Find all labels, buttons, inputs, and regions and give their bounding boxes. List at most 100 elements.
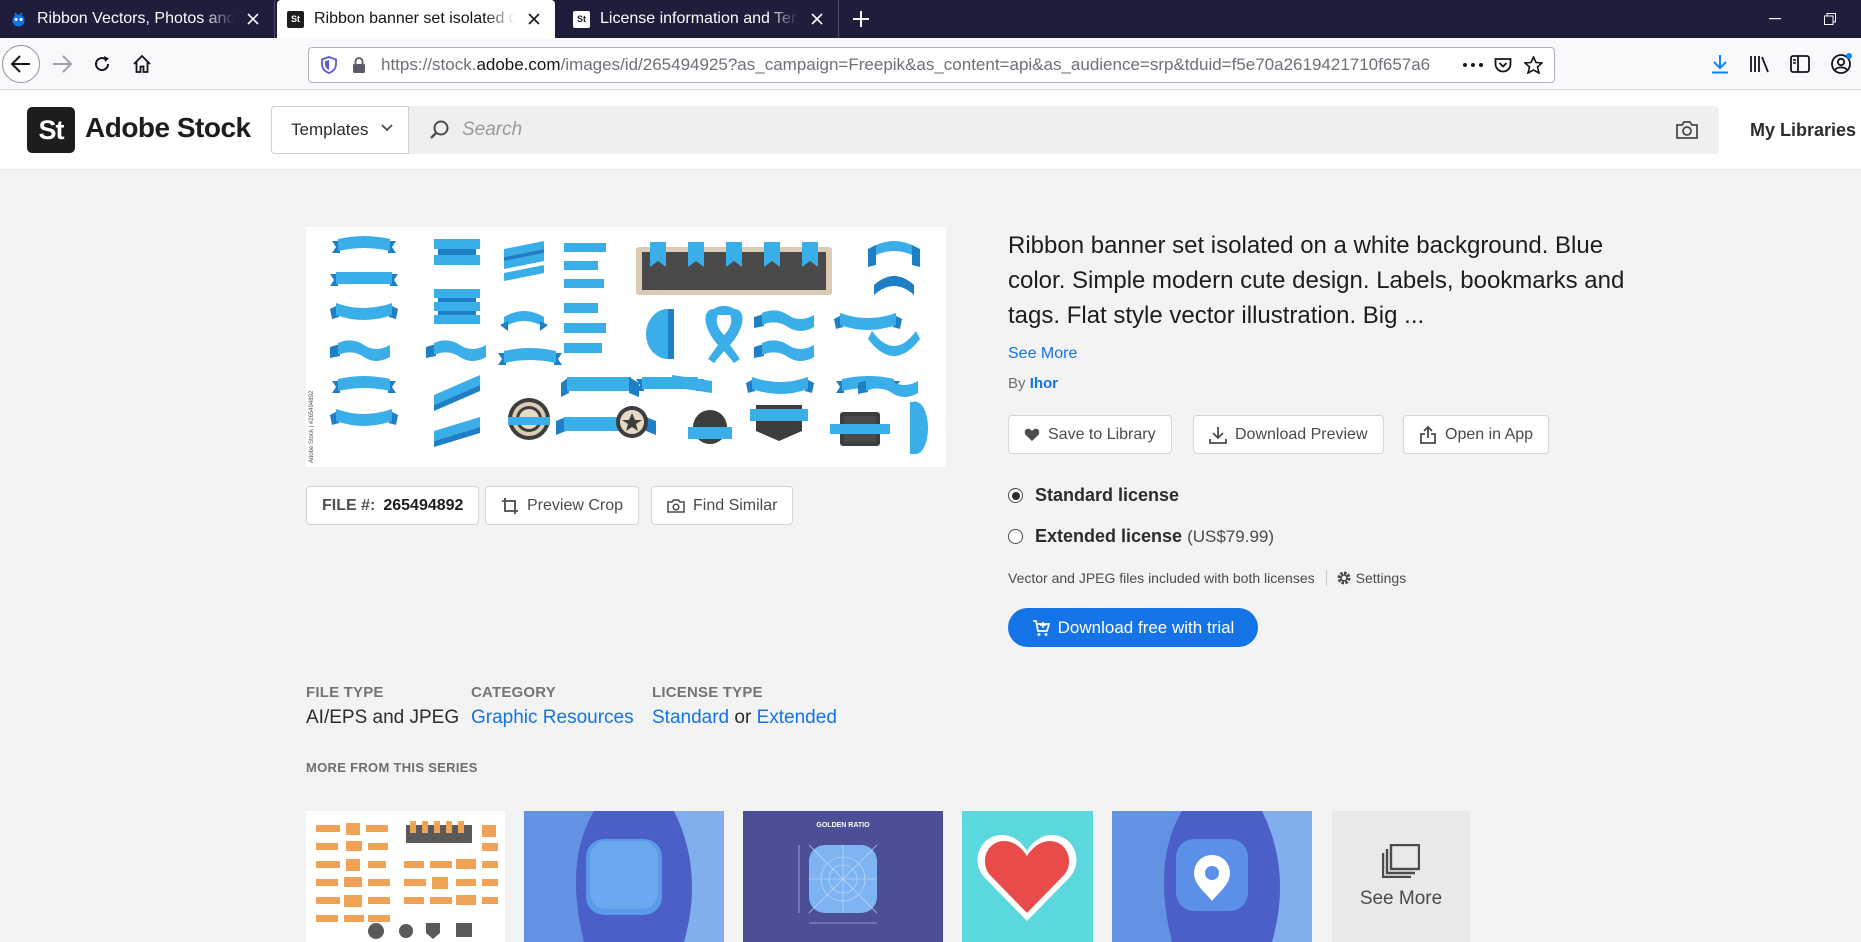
sidebar-icon[interactable] bbox=[1781, 45, 1819, 83]
tab-title: Ribbon banner set isolated on a bbox=[314, 10, 515, 27]
gear-icon bbox=[1337, 571, 1351, 585]
golden-ratio-thumbnail: GOLDEN RATIO bbox=[743, 811, 943, 942]
adobe-stock-logo[interactable]: St bbox=[27, 107, 75, 153]
series-thumbnail[interactable] bbox=[962, 811, 1093, 942]
reload-icon[interactable] bbox=[83, 45, 121, 83]
file-type-label: FILE TYPE bbox=[306, 684, 384, 701]
close-icon[interactable] bbox=[523, 8, 545, 30]
app-icon-thumbnail bbox=[524, 811, 724, 942]
ribbon-banner-set-illustration bbox=[330, 236, 928, 454]
tab-title: License information and Terms bbox=[600, 10, 798, 27]
license-or-text: or bbox=[734, 707, 752, 728]
orange-ribbons-thumbnail bbox=[316, 821, 498, 939]
category-label: CATEGORY bbox=[471, 684, 556, 701]
standard-license-option[interactable]: Standard license bbox=[1008, 485, 1179, 506]
series-see-more-label: See More bbox=[1359, 887, 1443, 909]
restore-icon[interactable] bbox=[1807, 0, 1853, 38]
chevron-down-icon bbox=[381, 124, 393, 132]
browser-tab[interactable]: Ribbon Vectors, Photos and PSD bbox=[0, 0, 275, 38]
license-type-label: LICENSE TYPE bbox=[652, 684, 763, 701]
download-preview-button[interactable]: Download Preview bbox=[1193, 415, 1384, 454]
lock-icon[interactable] bbox=[345, 48, 373, 82]
open-in-app-button[interactable]: Open in App bbox=[1403, 415, 1550, 454]
bookmark-star-icon[interactable] bbox=[1519, 48, 1547, 82]
minimize-icon[interactable] bbox=[1752, 0, 1798, 38]
new-tab-button[interactable] bbox=[846, 4, 876, 34]
preview-watermark: Adobe Stock | #265494892 bbox=[309, 390, 315, 463]
standard-license-radio[interactable] bbox=[1008, 488, 1023, 503]
adobe-stock-icon: St bbox=[287, 10, 304, 28]
downloads-icon[interactable] bbox=[1701, 45, 1739, 83]
extended-license-option[interactable]: Extended license (US$79.99) bbox=[1008, 526, 1274, 547]
license-type-info: LICENSE TYPE Standard or Extended bbox=[652, 684, 837, 729]
asset-preview-image[interactable]: Adobe Stock | #265494892 bbox=[306, 227, 946, 467]
app-logo-thumbnail bbox=[1112, 811, 1312, 942]
category-link[interactable]: Graphic Resources bbox=[471, 707, 634, 728]
extended-license-radio[interactable] bbox=[1008, 529, 1023, 544]
browser-tab[interactable]: St License information and Terms bbox=[563, 0, 839, 38]
download-icon bbox=[1209, 426, 1227, 444]
url-text: https://stock.adobe.com/images/id/265494… bbox=[381, 55, 1431, 74]
back-button[interactable] bbox=[2, 45, 40, 83]
url-bar[interactable]: https://stock.adobe.com/images/id/265494… bbox=[308, 47, 1555, 83]
category-info: CATEGORY Graphic Resources bbox=[471, 684, 634, 729]
my-libraries-menu[interactable]: My Libraries bbox=[1750, 120, 1861, 141]
extended-license-link[interactable]: Extended bbox=[757, 707, 837, 728]
close-icon[interactable] bbox=[806, 8, 828, 30]
series-see-more-card[interactable]: See More bbox=[1332, 811, 1470, 942]
files-note-text: Vector and JPEG files included with both… bbox=[1008, 570, 1315, 586]
author-link[interactable]: Ihor bbox=[1030, 375, 1058, 392]
search-icon bbox=[430, 120, 449, 139]
by-label: By bbox=[1008, 375, 1026, 392]
file-number-value: 265494892 bbox=[383, 496, 464, 514]
file-type-info: FILE TYPE AI/EPS and JPEG bbox=[306, 684, 459, 729]
find-similar-label: Find Similar bbox=[693, 496, 778, 514]
heart-icon bbox=[1024, 428, 1040, 441]
series-thumbnail[interactable]: GOLDEN RATIO bbox=[743, 811, 943, 942]
save-to-library-label: Save to Library bbox=[1048, 425, 1156, 443]
adobe-stock-icon: St bbox=[573, 10, 590, 28]
series-thumbnail[interactable] bbox=[524, 811, 724, 942]
templates-label: Templates bbox=[291, 120, 369, 139]
see-more-link[interactable]: See More bbox=[1008, 345, 1077, 363]
pocket-icon[interactable] bbox=[1489, 48, 1517, 82]
settings-link[interactable]: Settings bbox=[1336, 570, 1406, 586]
download-preview-label: Download Preview bbox=[1235, 425, 1368, 443]
preview-crop-button[interactable]: Preview Crop bbox=[485, 486, 640, 525]
more-actions-icon[interactable] bbox=[1459, 48, 1487, 82]
close-icon[interactable] bbox=[242, 8, 264, 30]
extended-license-price: (US$79.99) bbox=[1187, 527, 1275, 546]
camera-icon bbox=[667, 498, 685, 513]
camera-icon[interactable] bbox=[1675, 119, 1699, 141]
preview-crop-label: Preview Crop bbox=[527, 496, 624, 514]
search-bar: Templates bbox=[271, 106, 1719, 154]
download-free-trial-button[interactable]: Download free with trial bbox=[1008, 608, 1258, 647]
file-number-box: FILE #: 265494892 bbox=[306, 486, 480, 525]
browser-nav-bar: https://stock.adobe.com/images/id/265494… bbox=[0, 38, 1861, 90]
account-icon[interactable] bbox=[1822, 45, 1860, 83]
share-icon bbox=[1420, 425, 1436, 444]
stack-icon bbox=[1382, 843, 1420, 878]
home-icon[interactable] bbox=[123, 45, 161, 83]
author-byline: By Ihor bbox=[1008, 375, 1058, 392]
series-thumbnail[interactable] bbox=[306, 811, 505, 942]
standard-license-link[interactable]: Standard bbox=[652, 707, 729, 728]
library-icon[interactable] bbox=[1741, 45, 1779, 83]
asset-description: Ribbon banner set isolated on a white ba… bbox=[1008, 232, 1625, 329]
browser-tab-bar: Ribbon Vectors, Photos and PSD St Ribbon… bbox=[0, 0, 1861, 38]
file-type-value: AI/EPS and JPEG bbox=[306, 707, 460, 728]
my-libraries-label: My Libraries bbox=[1750, 120, 1857, 140]
browser-tab-active[interactable]: St Ribbon banner set isolated on a bbox=[277, 0, 555, 38]
find-similar-button[interactable]: Find Similar bbox=[651, 486, 794, 525]
divider bbox=[1325, 570, 1327, 586]
shield-icon[interactable] bbox=[315, 48, 343, 82]
search-input[interactable] bbox=[462, 106, 1562, 154]
save-to-library-button[interactable]: Save to Library bbox=[1008, 415, 1172, 454]
logo-text[interactable]: Adobe Stock bbox=[85, 112, 251, 144]
freepik-icon bbox=[12, 11, 25, 26]
forward-button[interactable] bbox=[43, 45, 81, 83]
cart-icon bbox=[1032, 619, 1050, 636]
golden-ratio-text: GOLDEN RATIO bbox=[816, 822, 870, 829]
templates-dropdown[interactable]: Templates bbox=[271, 106, 409, 154]
series-thumbnail[interactable] bbox=[1112, 811, 1312, 942]
